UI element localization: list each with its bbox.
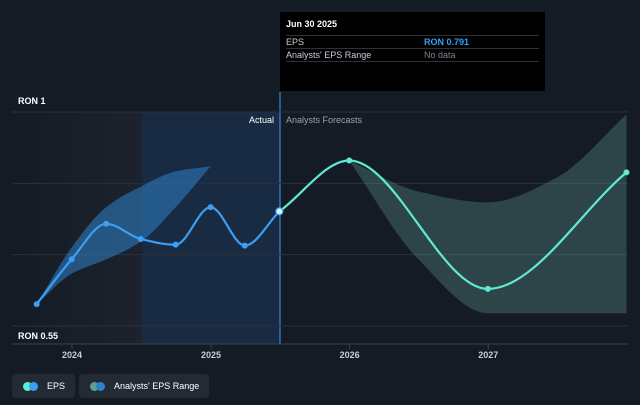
tooltip-row-range: Analysts' EPS Range No data (286, 48, 539, 62)
x-tick-label-0: 2024 (62, 350, 82, 360)
data-point-s0-1[interactable] (68, 256, 75, 263)
data-point-s0-5[interactable] (207, 204, 214, 211)
legend: EPS Analysts' EPS Range (12, 374, 210, 398)
actual-label: Actual (249, 115, 274, 125)
tooltip-range-value: No data (424, 50, 456, 60)
tooltip: Jun 30 2025 EPS RON 0.791 Analysts' EPS … (280, 12, 545, 91)
data-point-s1-1[interactable] (346, 157, 353, 164)
x-tick-label-1: 2025 (201, 350, 221, 360)
data-point-s0-4[interactable] (172, 241, 179, 248)
data-point-s0-0[interactable] (33, 301, 40, 308)
data-point-s1-3[interactable] (623, 169, 630, 176)
tooltip-eps-label: EPS (286, 37, 305, 47)
last-year-highlight (142, 112, 280, 344)
range-swatch-icon (90, 381, 106, 391)
tooltip-eps-value: RON 0.791 (424, 37, 470, 47)
y-tick-label-top: RON 1 (18, 96, 46, 106)
y-tick-label-bottom: RON 0.55 (18, 331, 58, 341)
legend-item-range[interactable]: Analysts' EPS Range (79, 374, 210, 398)
legend-item-eps[interactable]: EPS (12, 374, 76, 398)
x-tick-label-2: 2026 (340, 350, 360, 360)
legend-range-label: Analysts' EPS Range (114, 381, 200, 391)
tooltip-row-eps: EPS RON 0.791 (286, 35, 539, 48)
data-point-s0-3[interactable] (137, 235, 144, 242)
data-point-s1-0[interactable] (275, 207, 284, 216)
data-point-s1-2[interactable] (484, 285, 491, 292)
forecast-label: Analysts Forecasts (286, 115, 363, 125)
data-point-s0-2[interactable] (103, 220, 110, 227)
tooltip-range-label: Analysts' EPS Range (286, 50, 372, 60)
x-tick-label-3: 2027 (478, 350, 498, 360)
tooltip-date: Jun 30 2025 (286, 19, 338, 29)
legend-eps-label: EPS (47, 381, 66, 391)
data-point-s0-6[interactable] (241, 242, 248, 249)
eps-swatch-icon (23, 381, 39, 391)
